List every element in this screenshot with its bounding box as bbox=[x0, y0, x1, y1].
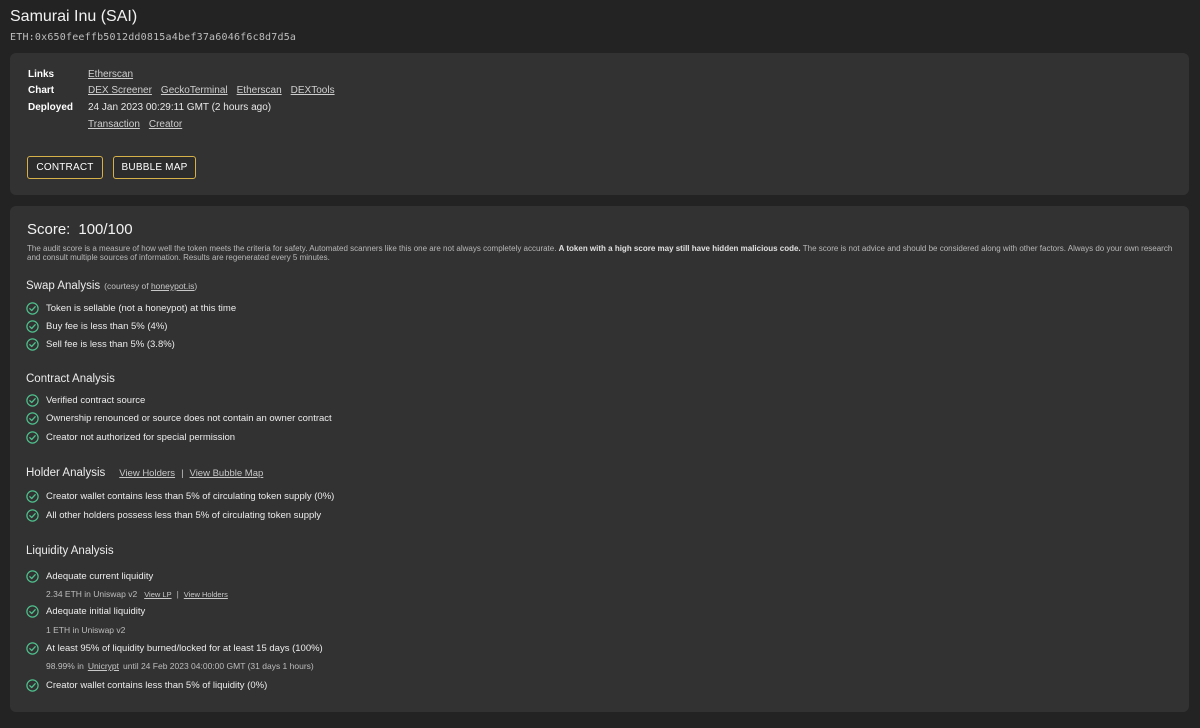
check-item: Adequate current liquidity bbox=[26, 570, 153, 583]
check-item: Adequate initial liquidity bbox=[26, 605, 145, 618]
deployed-label: Deployed bbox=[28, 102, 74, 113]
links-label: Links bbox=[28, 69, 55, 80]
token-address: ETH:0x650feeffb5012dd0815a4bef37a6046f6c… bbox=[10, 32, 297, 43]
view-bubble-map-link[interactable]: View Bubble Map bbox=[190, 468, 264, 479]
holder-analysis-title: Holder Analysis View Holders | View Bubble … bbox=[26, 467, 264, 479]
check-item: Creator wallet contains less than 5% of … bbox=[26, 679, 267, 692]
check-circle-icon bbox=[26, 338, 39, 351]
token-info-panel: Links Etherscan Chart DEX Screener Gecko… bbox=[10, 53, 1189, 195]
score-heading: Score: 100/100 bbox=[27, 221, 133, 238]
check-circle-icon bbox=[26, 509, 39, 522]
check-item: Sell fee is less than 5% (3.8%) bbox=[26, 338, 175, 351]
chart-link-dextools[interactable]: DEXTools bbox=[291, 85, 335, 97]
check-circle-icon bbox=[26, 394, 39, 407]
check-circle-icon bbox=[26, 570, 39, 583]
token-header: Samurai Inu (SAI) ETH:0x650feeffb5012dd0… bbox=[10, 8, 296, 43]
chart-label: Chart bbox=[28, 85, 55, 96]
chart-row: Chart DEX Screener GeckoTerminal Ethersc… bbox=[28, 85, 335, 97]
view-lp-link[interactable]: View LP bbox=[144, 590, 171, 599]
creator-link[interactable]: Creator bbox=[149, 119, 182, 131]
score-value: 100/100 bbox=[78, 221, 133, 238]
transaction-link[interactable]: Transaction bbox=[88, 119, 140, 131]
liquidity-lock-detail: 98.99% in Unicrypt until 24 Feb 2023 04:… bbox=[46, 661, 314, 671]
score-warning: A token with a high score may still have… bbox=[558, 244, 801, 253]
check-circle-icon bbox=[26, 490, 39, 503]
chart-link-dexscreener[interactable]: DEX Screener bbox=[88, 85, 152, 97]
deployed-row: Deployed 24 Jan 2023 00:29:11 GMT (2 hou… bbox=[28, 102, 271, 114]
unicrypt-link[interactable]: Unicrypt bbox=[88, 661, 119, 671]
audit-score-panel: Score: 100/100 The audit score is a measu… bbox=[10, 206, 1189, 712]
check-item: Creator wallet contains less than 5% of … bbox=[26, 490, 334, 503]
check-circle-icon bbox=[26, 431, 39, 444]
check-item: At least 95% of liquidity burned/locked … bbox=[26, 642, 323, 655]
contract-button[interactable]: CONTRACT bbox=[27, 156, 103, 179]
chart-link-geckoterminal[interactable]: GeckoTerminal bbox=[161, 85, 228, 97]
deployed-value: 24 Jan 2023 00:29:11 GMT (2 hours ago) bbox=[88, 102, 272, 113]
check-item: Token is sellable (not a honeypot) at th… bbox=[26, 302, 236, 315]
score-label: Score: bbox=[27, 221, 71, 238]
check-circle-icon bbox=[26, 412, 39, 425]
check-circle-icon bbox=[26, 679, 39, 692]
view-holders-link[interactable]: View Holders bbox=[119, 468, 175, 479]
current-liquidity-detail: 2.34 ETH in Uniswap v2 View LP | View Ho… bbox=[46, 589, 228, 599]
honeypot-link[interactable]: honeypot.is bbox=[151, 281, 194, 291]
swap-analysis-title: Swap Analysis (courtesy of honeypot.is) bbox=[26, 280, 198, 292]
link-etherscan[interactable]: Etherscan bbox=[88, 69, 133, 81]
initial-liquidity-detail: 1 ETH in Uniswap v2 bbox=[46, 625, 126, 635]
check-item: Ownership renounced or source does not c… bbox=[26, 412, 332, 425]
score-description: The audit score is a measure of how well… bbox=[27, 244, 1173, 262]
deployed-links-row: Transaction Creator bbox=[28, 119, 182, 131]
check-item: Buy fee is less than 5% (4%) bbox=[26, 320, 167, 333]
check-circle-icon bbox=[26, 320, 39, 333]
contract-analysis-title: Contract Analysis bbox=[26, 373, 115, 385]
check-item: All other holders possess less than 5% o… bbox=[26, 509, 321, 522]
check-circle-icon bbox=[26, 302, 39, 315]
liquidity-analysis-title: Liquidity Analysis bbox=[26, 545, 114, 557]
chart-link-etherscan[interactable]: Etherscan bbox=[237, 85, 282, 97]
check-item: Creator not authorized for special permi… bbox=[26, 431, 235, 444]
check-item: Verified contract source bbox=[26, 394, 145, 407]
check-circle-icon bbox=[26, 605, 39, 618]
bubble-map-button[interactable]: BUBBLE MAP bbox=[113, 156, 196, 179]
check-circle-icon bbox=[26, 642, 39, 655]
links-row: Links Etherscan bbox=[28, 69, 133, 81]
view-holders-lp-link[interactable]: View Holders bbox=[184, 590, 228, 599]
token-name: Samurai Inu (SAI) bbox=[10, 8, 138, 25]
